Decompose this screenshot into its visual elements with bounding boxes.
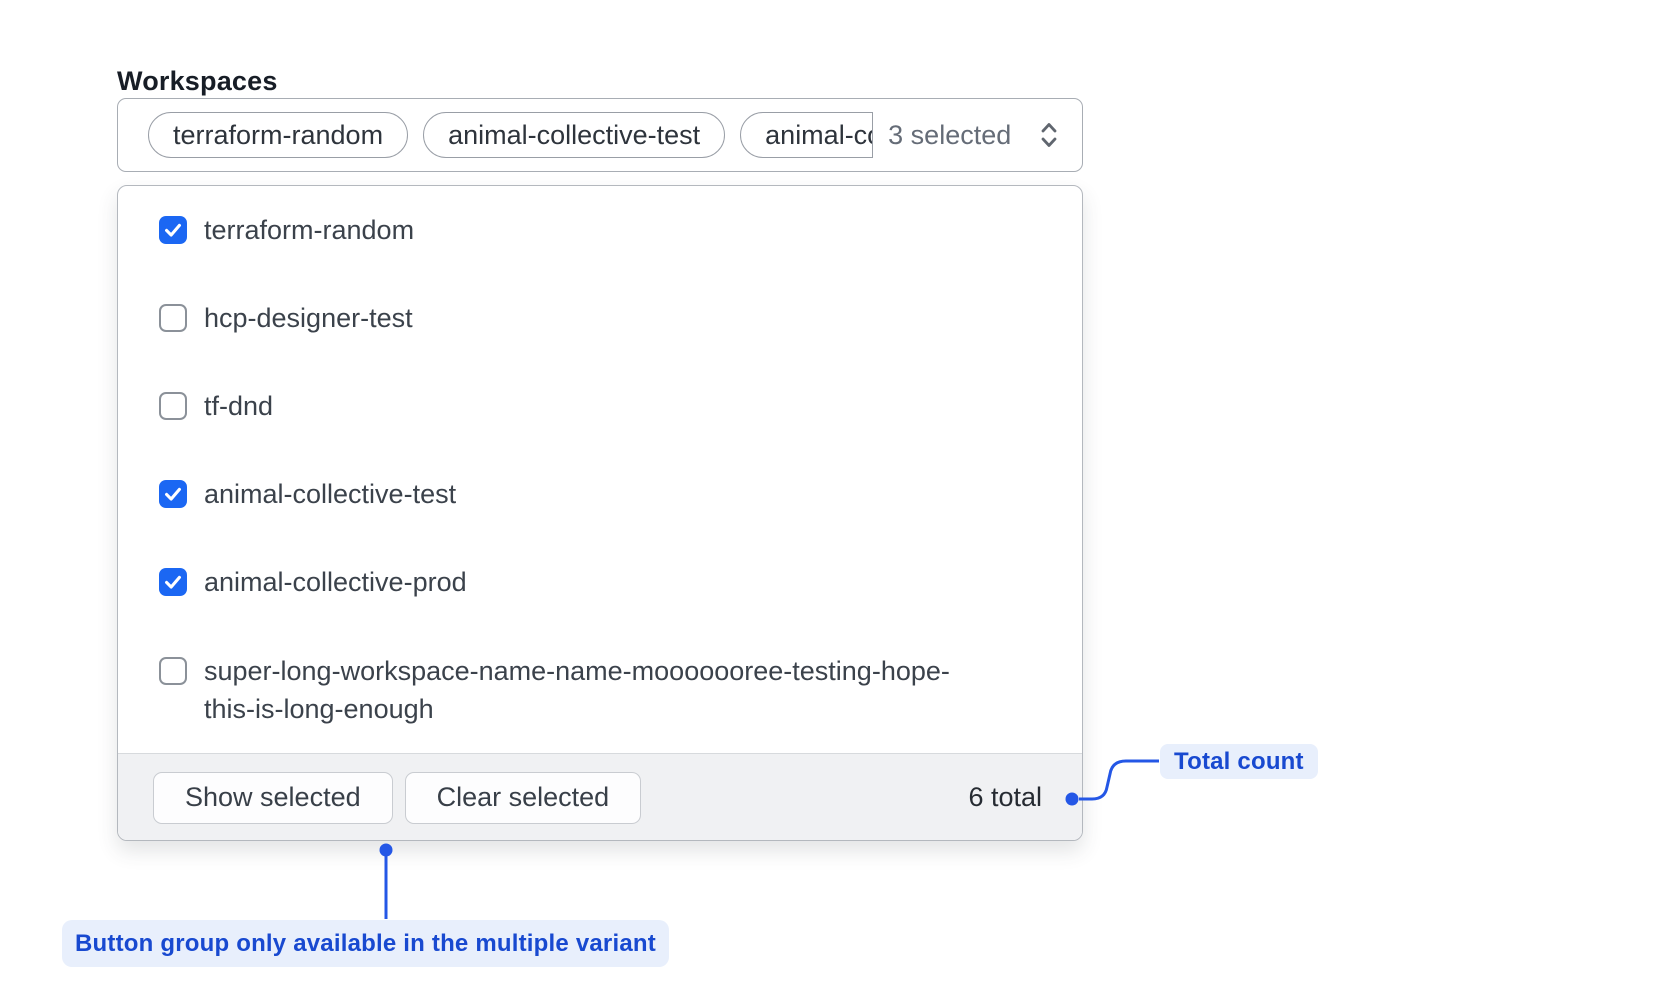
option-row[interactable]: super-long-workspace-name-name-moooooore… [118, 626, 1082, 753]
dropdown-footer: Show selected Clear selected 6 total [118, 753, 1082, 841]
button-group-callout: Button group only available in the multi… [62, 920, 669, 967]
option-label: hcp-designer-test [204, 299, 413, 337]
clear-selected-button[interactable]: Clear selected [405, 772, 642, 824]
field-label: Workspaces [117, 66, 278, 97]
checkbox-unchecked[interactable] [159, 657, 187, 685]
option-label: animal-collective-test [204, 475, 456, 513]
selected-pill-clipped: animal-co [740, 112, 873, 158]
option-row[interactable]: animal-collective-test [118, 450, 1082, 538]
option-label: super-long-workspace-name-name-moooooore… [204, 652, 984, 728]
workspaces-multiselect-trigger[interactable]: terraform-random animal-collective-test … [117, 98, 1083, 172]
total-count-text: 6 total [968, 782, 1058, 813]
checkbox-checked[interactable] [159, 568, 187, 596]
chevron-up-down-icon [1036, 119, 1062, 151]
checkbox-checked[interactable] [159, 480, 187, 508]
total-count-callout: Total count [1160, 744, 1318, 779]
option-label: terraform-random [204, 211, 414, 249]
options-listbox: terraform-random hcp-designer-test tf-dnd a… [118, 186, 1082, 753]
dropdown-panel: terraform-random hcp-designer-test tf-dnd a… [117, 185, 1083, 841]
checkbox-unchecked[interactable] [159, 304, 187, 332]
selected-pill: animal-collective-test [423, 112, 725, 158]
option-label: animal-collective-prod [204, 563, 467, 601]
checkbox-unchecked[interactable] [159, 392, 187, 420]
check-icon [162, 219, 184, 241]
checkbox-checked[interactable] [159, 216, 187, 244]
option-label: tf-dnd [204, 387, 273, 425]
selected-pill: terraform-random [148, 112, 408, 158]
option-row[interactable]: animal-collective-prod [118, 538, 1082, 626]
check-icon [162, 483, 184, 505]
supers-select-demo: Workspaces terraform-random animal-colle… [0, 0, 1672, 1008]
selected-pills-wrap: terraform-random animal-collective-test … [148, 112, 873, 158]
selected-count-text: 3 selected [888, 120, 1011, 151]
option-row[interactable]: terraform-random [118, 186, 1082, 274]
check-icon [162, 571, 184, 593]
option-row[interactable]: tf-dnd [118, 362, 1082, 450]
option-row[interactable]: hcp-designer-test [118, 274, 1082, 362]
show-selected-button[interactable]: Show selected [153, 772, 393, 824]
